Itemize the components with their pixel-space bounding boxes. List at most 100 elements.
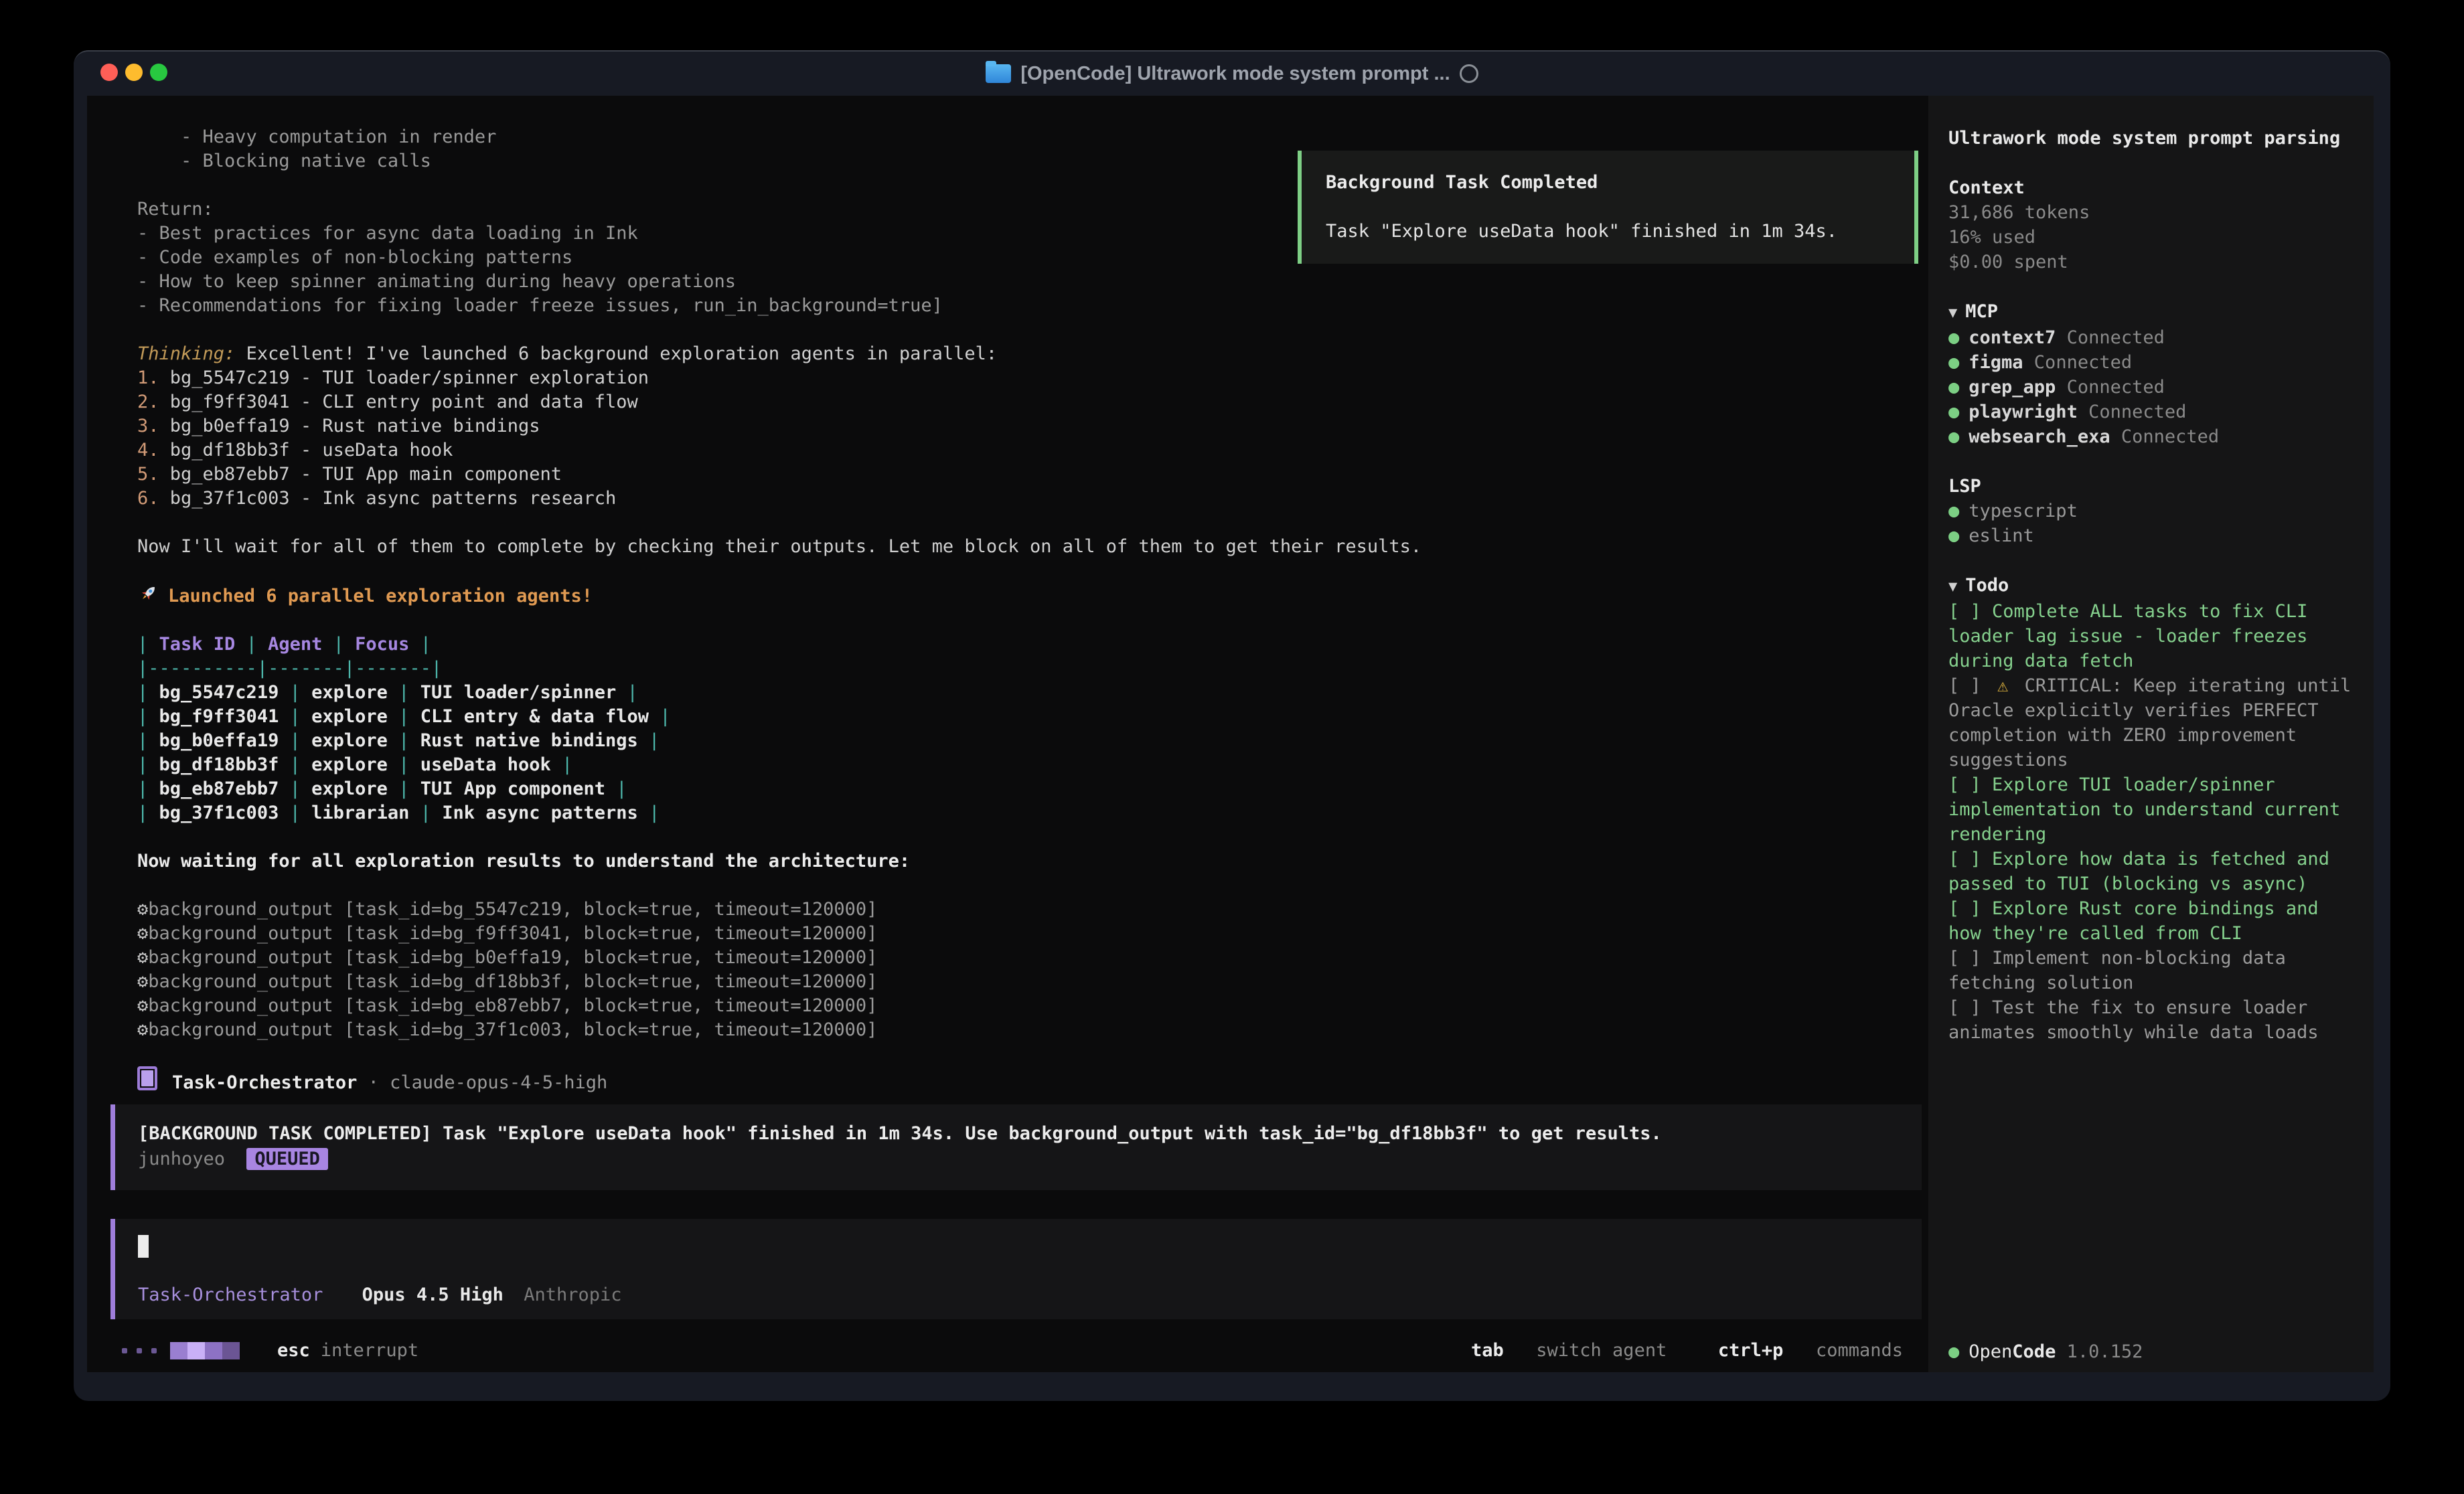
terminal-line: - Heavy computation in render <box>137 125 1928 149</box>
sidebar: Ultrawork mode system prompt parsing Con… <box>1928 96 2374 1372</box>
terminal-line: - Recommendations for fixing loader free… <box>137 294 1928 318</box>
mcp-server-status: Connected <box>2078 402 2187 422</box>
esc-key-label: interrupt <box>321 1339 418 1363</box>
todo-checkbox: [ ] <box>1948 849 1992 869</box>
agent-info-row: Task-Orchestrator Opus 4.5 High Anthropi… <box>138 1283 1908 1307</box>
terminal-line: Launched 6 parallel exploration agents! <box>137 583 1928 608</box>
connected-dot-icon: ● <box>1948 377 1959 398</box>
ctrlp-key-label: commands <box>1816 1340 1903 1361</box>
terminal-line: ⚙background_output [task_id=bg_f9ff3041,… <box>137 922 1928 946</box>
folder-icon <box>986 64 1011 83</box>
mcp-server-name: grep_app <box>1969 377 2056 398</box>
task-completed-text: [BACKGROUND TASK COMPLETED] Task "Explor… <box>138 1122 1908 1146</box>
toast-title: Background Task Completed <box>1326 171 1890 195</box>
todo-text: Explore Rust core bindings and how they'… <box>1948 898 2319 944</box>
context-tokens: 31,686 tokens <box>1948 200 2354 225</box>
mcp-server-name: playwright <box>1969 402 2078 422</box>
app-version <box>2056 1341 2066 1362</box>
titlebar: [OpenCode] Ultrawork mode system prompt … <box>74 52 2390 96</box>
todo-text: Test the fix to ensure loader animates s… <box>1948 997 2319 1043</box>
proxy-ring-icon <box>1460 64 1478 83</box>
toast-notification[interactable]: Background Task Completed Task "Explore … <box>1298 151 1918 264</box>
todo-item: [ ] Explore TUI loader/spinner implement… <box>1948 772 2354 847</box>
agent-square-icon <box>137 1066 157 1090</box>
terminal-line: Thinking: Excellent! I've launched 6 bac… <box>137 342 1928 366</box>
agent-name[interactable]: Task-Orchestrator <box>138 1284 323 1305</box>
terminal-line: Task-Orchestrator · claude-opus-4-5-high <box>137 1066 1928 1095</box>
todo-item: [ ] ⚠ CRITICAL: Keep iterating until Ora… <box>1948 673 2354 772</box>
todo-checkbox: [ ] <box>1948 601 1992 622</box>
connected-dot-icon: ● <box>1948 327 1959 348</box>
terminal-line: ⚙background_output [task_id=bg_b0effa19,… <box>137 946 1928 970</box>
input-line[interactable] <box>138 1235 1908 1264</box>
terminal-line <box>137 559 1928 583</box>
esc-key-hint: esc <box>277 1339 310 1363</box>
warning-icon: ⚠ <box>1997 675 2008 696</box>
spinner-block <box>205 1342 222 1359</box>
mcp-server-name: websearch_exa <box>1969 426 2110 447</box>
context-section: Context 31,686 tokens 16% used $0.00 spe… <box>1948 175 2354 274</box>
terminal-line <box>137 1042 1928 1066</box>
task-completed-meta: junhoyeo QUEUED <box>138 1147 1908 1171</box>
lsp-heading: LSP <box>1948 474 2354 499</box>
mcp-server-name: context7 <box>1969 327 2056 348</box>
todo-item: [ ] Implement non-blocking data fetching… <box>1948 946 2354 995</box>
spinner-dot <box>151 1348 157 1353</box>
mcp-server-status: Connected <box>2056 377 2165 398</box>
terminal-line: Now waiting for all exploration results … <box>137 849 1928 874</box>
mcp-server-name: figma <box>1969 352 2023 373</box>
todo-item: [ ] Explore how data is fetched and pass… <box>1948 847 2354 896</box>
connected-dot-icon: ● <box>1948 352 1959 373</box>
todo-checkbox: [ ] <box>1948 675 1992 696</box>
terminal-line: ⚙background_output [task_id=bg_37f1c003,… <box>137 1018 1928 1042</box>
terminal-line: 1. bg_5547c219 - TUI loader/spinner expl… <box>137 366 1928 390</box>
context-used: 16% used <box>1948 225 2354 250</box>
terminal-line <box>137 825 1928 849</box>
todo-checkbox: [ ] <box>1948 948 1992 969</box>
terminal-line <box>137 608 1928 633</box>
terminal-line: | bg_df18bb3f | explore | useData hook | <box>137 753 1928 777</box>
terminal-line: 6. bg_37f1c003 - Ink async patterns rese… <box>137 487 1928 511</box>
connected-dot-icon: ● <box>1948 402 1959 422</box>
mcp-server-status: Connected <box>2056 327 2165 348</box>
mcp-toggle[interactable]: ▼MCP <box>1948 299 2354 325</box>
lsp-section: LSP ●typescript●eslint <box>1948 474 2354 548</box>
spinner-dot <box>122 1348 127 1353</box>
ctrlp-key-hint: ctrl+p <box>1718 1340 1784 1361</box>
app-version-footer: ●OpenCode 1.0.152 <box>1948 1339 2143 1364</box>
prompt-input[interactable]: Task-Orchestrator Opus 4.5 High Anthropi… <box>110 1219 1922 1319</box>
terminal-line <box>137 318 1928 342</box>
gear-icon: ⚙ <box>137 995 148 1016</box>
mcp-item: ● websearch_exa Connected <box>1948 424 2354 449</box>
text-cursor <box>138 1235 149 1258</box>
mcp-server-status: Connected <box>2110 426 2220 447</box>
opencode-window: [OpenCode] Ultrawork mode system prompt … <box>74 50 2390 1401</box>
terminal-line: | bg_f9ff3041 | explore | CLI entry & da… <box>137 705 1928 729</box>
author-label: junhoyeo <box>138 1149 225 1169</box>
terminal-line: | bg_b0effa19 | explore | Rust native bi… <box>137 729 1928 753</box>
terminal-line: 5. bg_eb87ebb7 - TUI App main component <box>137 463 1928 487</box>
model-name[interactable]: Opus 4.5 High <box>362 1284 504 1305</box>
rocket-icon <box>137 583 159 604</box>
connected-dot-icon: ● <box>1948 501 1959 521</box>
queued-badge: QUEUED <box>246 1148 328 1170</box>
terminal-line <box>137 874 1928 898</box>
todo-toggle[interactable]: ▼Todo <box>1948 573 2354 599</box>
mcp-item: ● context7 Connected <box>1948 325 2354 350</box>
status-right: tab switch agent ctrl+p commands <box>1471 1339 1903 1363</box>
todo-checkbox: [ ] <box>1948 898 1992 919</box>
mcp-item: ● playwright Connected <box>1948 400 2354 424</box>
connected-dot-icon: ● <box>1948 426 1959 447</box>
terminal-line: ⚙background_output [task_id=bg_df18bb3f,… <box>137 970 1928 994</box>
status-left: esc interrupt <box>122 1339 418 1363</box>
chevron-down-icon: ▼ <box>1948 578 1957 595</box>
tab-key-label: switch agent <box>1536 1340 1667 1361</box>
terminal-line: Now I'll wait for all of them to complet… <box>137 535 1928 559</box>
terminal-line: |----------|-------|-------| <box>137 657 1928 681</box>
spinner-block <box>187 1342 205 1359</box>
lsp-server-name: eslint <box>1969 525 2034 546</box>
terminal-line: 4. bg_df18bb3f - useData hook <box>137 438 1928 463</box>
terminal-line: 3. bg_b0effa19 - Rust native bindings <box>137 414 1928 438</box>
terminal-line: | Task ID | Agent | Focus | <box>137 633 1928 657</box>
todo-item: [ ] Complete ALL tasks to fix CLI loader… <box>1948 599 2354 673</box>
